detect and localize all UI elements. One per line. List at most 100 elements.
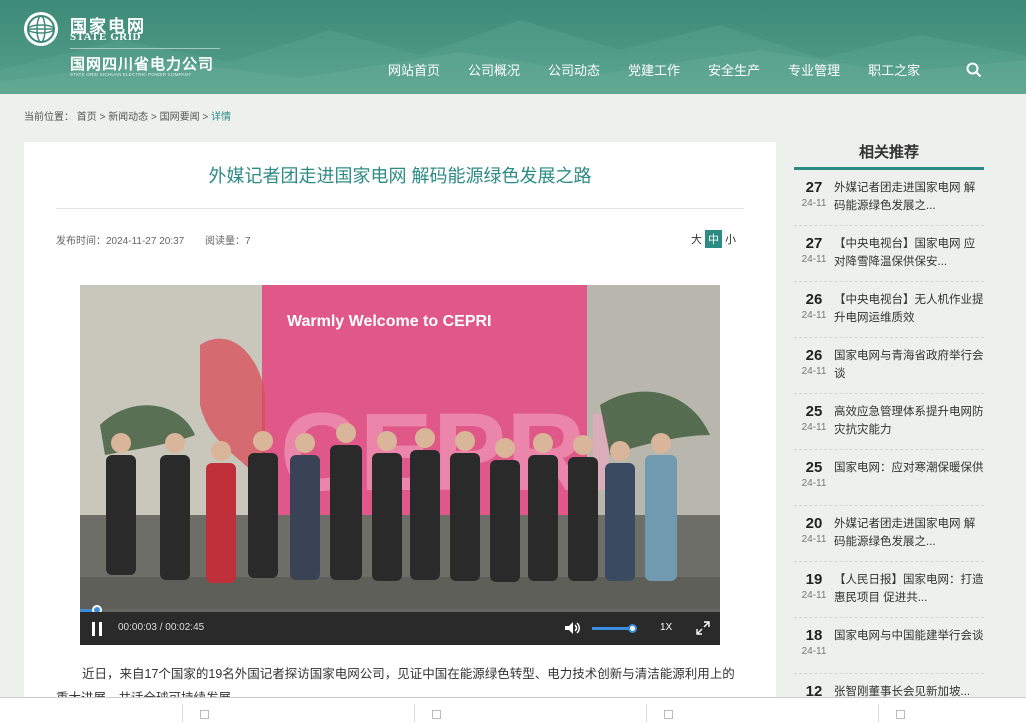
font-size-switch: 大 中 小 bbox=[688, 230, 739, 248]
related-item-title[interactable]: 外媒记者团走进国家电网 解码能源绿色发展之... bbox=[834, 515, 984, 551]
publish-time: 发布时间：2024-11-27 20:37 bbox=[56, 236, 185, 247]
font-size-large[interactable]: 大 bbox=[688, 230, 705, 248]
bottom-icon[interactable] bbox=[896, 710, 905, 719]
related-item-title[interactable]: 国家电网与中国能建举行会谈 bbox=[834, 627, 984, 663]
related-item-month: 24-11 bbox=[801, 422, 827, 433]
nav-item-home[interactable]: 网站首页 bbox=[388, 60, 440, 79]
bottom-divider bbox=[646, 704, 647, 722]
related-item-month: 24-11 bbox=[801, 534, 827, 545]
breadcrumb: 当前位置： 首页 > 新闻动态 > 国网要闻 > 详情 bbox=[24, 108, 231, 123]
nav-item-news[interactable]: 公司动态 bbox=[548, 60, 600, 79]
related-item-date: 27 24-11 bbox=[794, 235, 834, 281]
related-item-day: 25 bbox=[805, 403, 823, 420]
company-name: 国网四川省电力公司 bbox=[70, 56, 215, 73]
nav-item-overview[interactable]: 公司概况 bbox=[468, 60, 520, 79]
breadcrumb-current: 详情 bbox=[211, 112, 231, 123]
related-item[interactable]: 27 24-11 【中央电视台】国家电网 应对降雪降温保供保安... bbox=[794, 226, 984, 282]
related-item-month: 24-11 bbox=[801, 646, 827, 657]
article-paragraph: 近日，来自17个国家的19名外国记者探访国家电网公司，见证中国在能源绿色转型、电… bbox=[56, 667, 735, 702]
related-item-month: 24-11 bbox=[801, 198, 827, 209]
related-item-date: 18 24-11 bbox=[794, 627, 834, 673]
video-controls: 00:00:03 / 00:02:45 1X bbox=[80, 612, 720, 645]
video-banner-text: Warmly Welcome to CEPRI bbox=[287, 313, 492, 330]
related-item[interactable]: 20 24-11 外媒记者团走进国家电网 解码能源绿色发展之... bbox=[794, 506, 984, 562]
related-item-month: 24-11 bbox=[801, 366, 827, 377]
pause-icon[interactable] bbox=[90, 622, 104, 636]
nav-item-management[interactable]: 专业管理 bbox=[788, 60, 840, 79]
breadcrumb-separator: > bbox=[202, 112, 211, 123]
site-header: 国家电网 STATE GRID 国网四川省电力公司 STATE GRID SIC… bbox=[0, 0, 1026, 94]
related-item-date: 25 24-11 bbox=[794, 403, 834, 449]
breadcrumb-news[interactable]: 新闻动态 bbox=[108, 112, 148, 123]
logo-english-name: STATE GRID bbox=[70, 31, 141, 43]
bottom-icon[interactable] bbox=[200, 710, 209, 719]
related-list: 27 24-11 外媒记者团走进国家电网 解码能源绿色发展之... 27 24-11 【中… bbox=[794, 170, 984, 702]
bottom-icon[interactable] bbox=[432, 710, 441, 719]
related-item[interactable]: 25 24-11 国家电网：应对寒潮保暖保供 bbox=[794, 450, 984, 506]
related-item-date: 26 24-11 bbox=[794, 347, 834, 393]
logo-divider bbox=[70, 48, 220, 49]
read-count: 阅读量：7 bbox=[205, 236, 251, 247]
breadcrumb-sgcc-news[interactable]: 国网要闻 bbox=[160, 112, 200, 123]
related-item-month: 24-11 bbox=[801, 254, 827, 265]
related-item-day: 20 bbox=[805, 515, 823, 532]
related-item-day: 27 bbox=[805, 179, 823, 196]
related-item-day: 25 bbox=[805, 459, 823, 476]
related-item-title[interactable]: 【人民日报】国家电网：打造惠民项目 促进共... bbox=[834, 571, 984, 607]
title-divider bbox=[56, 208, 744, 209]
bottom-icon[interactable] bbox=[664, 710, 673, 719]
related-item-title[interactable]: 外媒记者团走进国家电网 解码能源绿色发展之... bbox=[834, 179, 984, 215]
video-frame[interactable]: CEPRI bbox=[80, 285, 720, 611]
video-player[interactable]: CEPRI Warmly Welcome to CEPRI 00:00:03 /… bbox=[80, 285, 720, 645]
related-item-day: 26 bbox=[805, 347, 823, 364]
bottom-divider bbox=[414, 704, 415, 722]
related-item[interactable]: 19 24-11 【人民日报】国家电网：打造惠民项目 促进共... bbox=[794, 562, 984, 618]
related-item-date: 19 24-11 bbox=[794, 571, 834, 617]
related-item[interactable]: 25 24-11 高效应急管理体系提升电网防灾抗灾能力 bbox=[794, 394, 984, 450]
breadcrumb-separator: > bbox=[99, 112, 109, 123]
breadcrumb-prefix: 当前位置： bbox=[24, 112, 74, 123]
article-meta: 发布时间：2024-11-27 20:37 阅读量：7 bbox=[56, 232, 269, 247]
related-item-date: 20 24-11 bbox=[794, 515, 834, 561]
bottom-divider bbox=[878, 704, 879, 722]
breadcrumb-home[interactable]: 首页 bbox=[77, 112, 97, 123]
state-grid-logo-icon[interactable] bbox=[24, 12, 58, 46]
nav-item-safety[interactable]: 安全生产 bbox=[708, 60, 760, 79]
article-card: 外媒记者团走进国家电网 解码能源绿色发展之路 发布时间：2024-11-27 2… bbox=[24, 142, 776, 702]
related-item-title[interactable]: 【中央电视台】无人机作业提升电网运维质效 bbox=[834, 291, 984, 327]
bottom-divider bbox=[182, 704, 183, 722]
related-item-month: 24-11 bbox=[801, 590, 827, 601]
related-item[interactable]: 26 24-11 【中央电视台】无人机作业提升电网运维质效 bbox=[794, 282, 984, 338]
breadcrumb-separator: > bbox=[150, 112, 160, 123]
article-title: 外媒记者团走进国家电网 解码能源绿色发展之路 bbox=[208, 166, 592, 186]
nav-item-staff[interactable]: 职工之家 bbox=[868, 60, 920, 79]
volume-handle[interactable] bbox=[628, 624, 637, 633]
related-item-day: 18 bbox=[805, 627, 823, 644]
related-item-title[interactable]: 国家电网与青海省政府举行会谈 bbox=[834, 347, 984, 383]
related-item-title[interactable]: 【中央电视台】国家电网 应对降雪降温保供保安... bbox=[834, 235, 984, 271]
font-size-medium[interactable]: 中 bbox=[705, 230, 722, 248]
related-item[interactable]: 18 24-11 国家电网与中国能建举行会谈 bbox=[794, 618, 984, 674]
related-item-day: 19 bbox=[805, 571, 823, 588]
mountain-background bbox=[0, 20, 1026, 94]
volume-icon[interactable] bbox=[564, 621, 582, 635]
volume-fill bbox=[592, 627, 632, 630]
sidebar-title: 相关推荐 bbox=[794, 142, 984, 170]
related-item-day: 27 bbox=[805, 235, 823, 252]
related-item-date: 27 24-11 bbox=[794, 179, 834, 225]
fullscreen-icon[interactable] bbox=[696, 621, 710, 635]
font-size-small[interactable]: 小 bbox=[722, 230, 739, 248]
related-item-month: 24-11 bbox=[801, 310, 827, 321]
company-english-name: STATE GRID SICHUAN ELECTRIC POWER COMPAN… bbox=[70, 72, 192, 77]
related-item[interactable]: 27 24-11 外媒记者团走进国家电网 解码能源绿色发展之... bbox=[794, 170, 984, 226]
related-item-date: 26 24-11 bbox=[794, 291, 834, 337]
related-item-month: 24-11 bbox=[801, 478, 827, 489]
related-item-title[interactable]: 高效应急管理体系提升电网防灾抗灾能力 bbox=[834, 403, 984, 439]
related-item-title[interactable]: 国家电网：应对寒潮保暖保供 bbox=[834, 459, 984, 495]
related-item[interactable]: 26 24-11 国家电网与青海省政府举行会谈 bbox=[794, 338, 984, 394]
search-icon[interactable] bbox=[966, 62, 982, 78]
nav-item-party[interactable]: 党建工作 bbox=[628, 60, 680, 79]
bottom-bar bbox=[0, 697, 1026, 722]
related-item-day: 26 bbox=[805, 291, 823, 308]
playback-speed[interactable]: 1X bbox=[660, 622, 672, 633]
